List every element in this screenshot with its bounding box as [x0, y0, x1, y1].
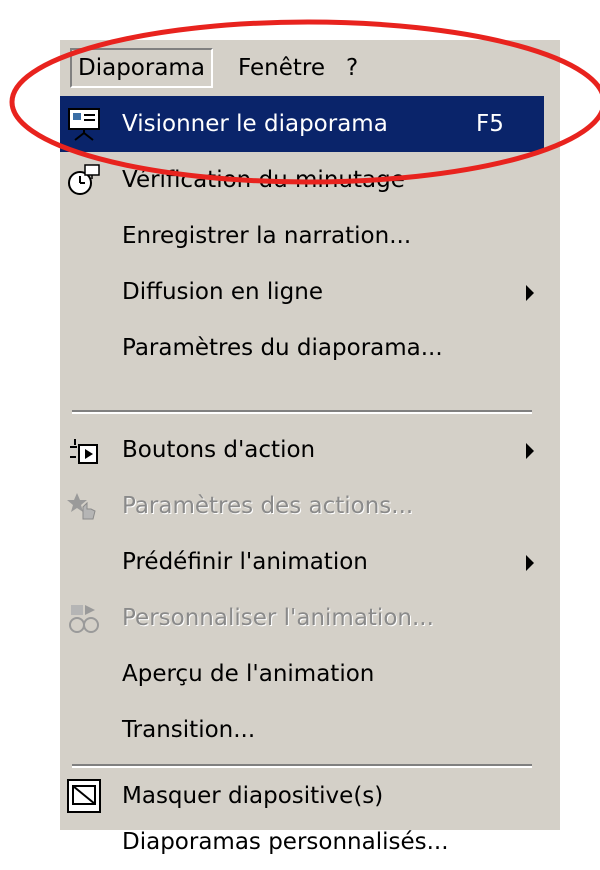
red-annotation-ellipse: [9, 19, 600, 185]
